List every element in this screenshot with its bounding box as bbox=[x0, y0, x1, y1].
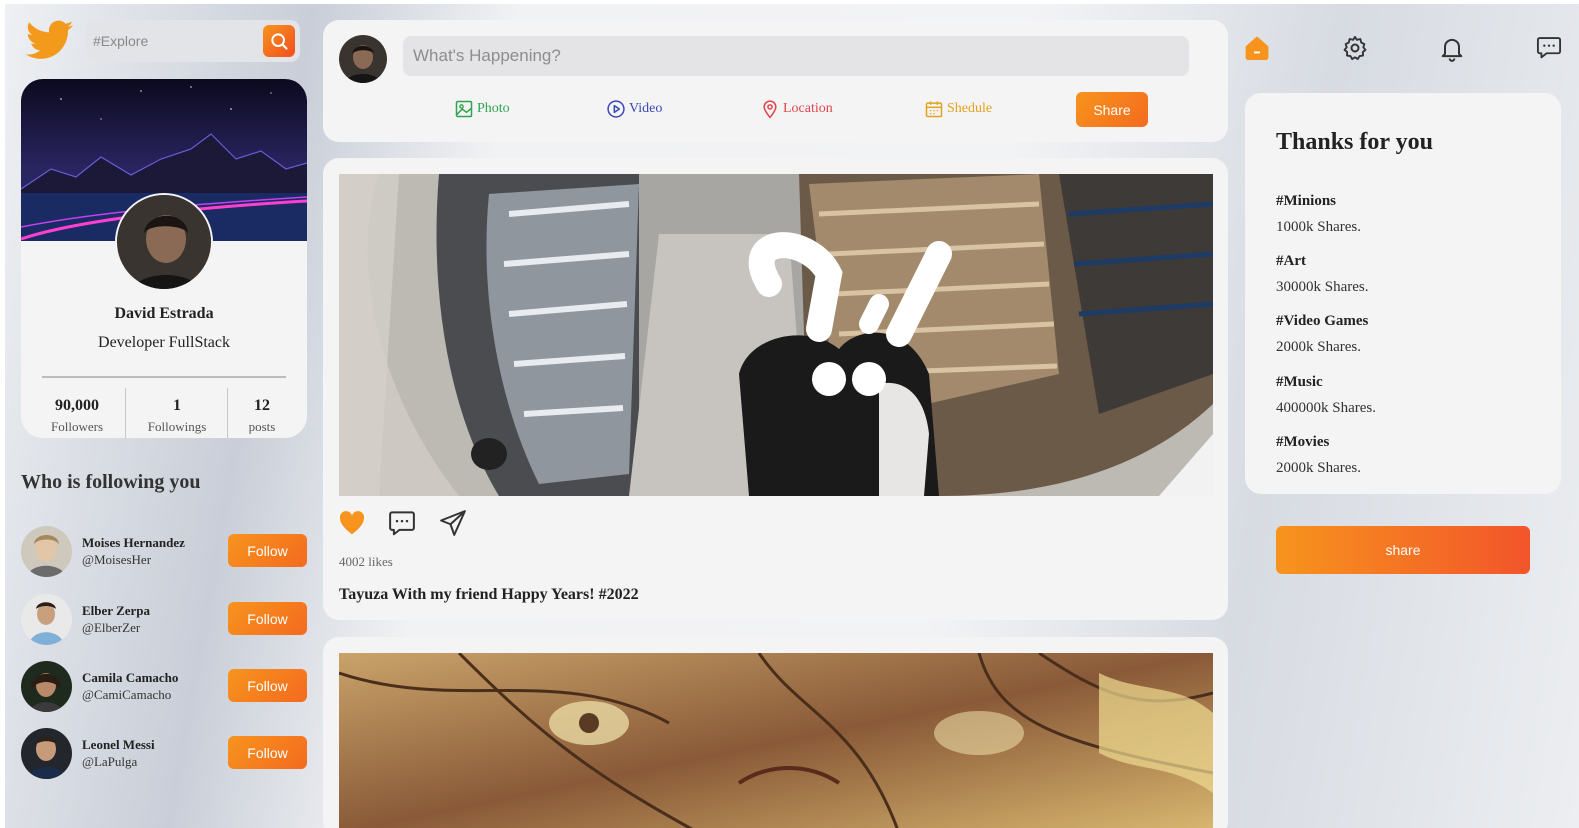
trend-tag: #Movies bbox=[1276, 434, 1330, 450]
share-button[interactable]: share bbox=[1276, 526, 1530, 574]
profile-avatar[interactable] bbox=[115, 193, 213, 291]
schedule-label: Shedule bbox=[947, 101, 993, 116]
search-button[interactable] bbox=[263, 25, 295, 57]
trend-count: 2000k Shares. bbox=[1276, 339, 1361, 355]
stat-value: 12 bbox=[254, 397, 270, 414]
map-pin-icon bbox=[763, 100, 777, 119]
feed-post: 4002 likes Tayuza With my friend Happy Y… bbox=[323, 158, 1228, 620]
follower-avatar[interactable] bbox=[21, 526, 72, 577]
follower-name: Camila Camacho bbox=[82, 670, 179, 685]
feed-post bbox=[323, 637, 1228, 828]
search-icon bbox=[271, 33, 288, 50]
trend-item[interactable]: #Video Games 2000k Shares. bbox=[1276, 313, 1368, 356]
follower-name: Moises Hernandez bbox=[82, 535, 185, 550]
location-option[interactable]: Location bbox=[760, 98, 833, 120]
follower-name: Leonel Messi bbox=[82, 737, 155, 752]
location-label: Location bbox=[783, 101, 833, 116]
follower-name: Elber Zerpa bbox=[82, 603, 151, 618]
search-bar bbox=[86, 20, 300, 62]
stat-divider bbox=[125, 388, 126, 438]
stat-label: Followers bbox=[51, 419, 103, 434]
profile-divider bbox=[42, 376, 286, 378]
follower-handle: @LaPulga bbox=[82, 754, 138, 769]
follower-handle: @ElberZer bbox=[82, 620, 141, 635]
trend-tag: #Minions bbox=[1276, 193, 1337, 209]
trend-tag: #Video Games bbox=[1276, 313, 1369, 329]
home-icon[interactable] bbox=[1243, 34, 1271, 62]
twitter-logo-icon[interactable] bbox=[24, 16, 76, 64]
photo-option[interactable]: Photo bbox=[454, 98, 510, 120]
trend-tag: #Music bbox=[1276, 374, 1323, 390]
post-image[interactable] bbox=[339, 653, 1213, 828]
follower-row: Leonel Messi @LaPulga Follow bbox=[21, 728, 307, 780]
stat-value: 1 bbox=[173, 397, 181, 414]
follower-handle: @MoisesHer bbox=[82, 552, 152, 567]
stat-followers[interactable]: 90,000 Followers bbox=[47, 397, 107, 435]
trends-card: Thanks for you #Minions 1000k Shares. #A… bbox=[1245, 93, 1561, 494]
follower-handle: @CamiCamacho bbox=[82, 687, 172, 702]
follower-avatar[interactable] bbox=[21, 594, 72, 645]
calendar-icon bbox=[925, 101, 943, 118]
chat-icon[interactable] bbox=[1535, 34, 1563, 62]
trend-item[interactable]: #Minions 1000k Shares. bbox=[1276, 193, 1361, 236]
comment-icon[interactable] bbox=[387, 508, 417, 538]
trend-count: 400000k Shares. bbox=[1276, 400, 1376, 416]
profile-name: David Estrada bbox=[114, 305, 214, 322]
trend-count: 30000k Shares. bbox=[1276, 279, 1369, 295]
profile-card: David Estrada Developer FullStack 90,000… bbox=[21, 79, 307, 438]
follower-row: Camila Camacho @CamiCamacho Follow bbox=[21, 661, 307, 713]
stat-posts[interactable]: 12 posts bbox=[242, 397, 282, 435]
search-input[interactable] bbox=[86, 20, 256, 62]
post-likes: 4002 likes bbox=[339, 554, 393, 569]
settings-icon[interactable] bbox=[1341, 34, 1369, 62]
compose-box: Photo Video Location Shedule Share bbox=[323, 20, 1228, 142]
trend-count: 2000k Shares. bbox=[1276, 460, 1361, 476]
trend-tag: #Art bbox=[1276, 253, 1306, 269]
trend-item[interactable]: #Music 400000k Shares. bbox=[1276, 374, 1376, 417]
trend-count: 1000k Shares. bbox=[1276, 219, 1361, 235]
stat-followings[interactable]: 1 Followings bbox=[142, 397, 212, 435]
send-icon[interactable] bbox=[438, 508, 468, 538]
trend-item[interactable]: #Movies 2000k Shares. bbox=[1276, 434, 1361, 477]
bell-icon[interactable] bbox=[1438, 34, 1466, 62]
stat-label: Followings bbox=[147, 419, 207, 434]
stat-label: posts bbox=[248, 419, 276, 434]
compose-avatar[interactable] bbox=[339, 35, 387, 83]
video-option[interactable]: Video bbox=[606, 98, 662, 120]
video-label: Video bbox=[629, 101, 663, 116]
post-image[interactable] bbox=[339, 174, 1213, 496]
heart-icon[interactable] bbox=[337, 508, 367, 538]
photo-label: Photo bbox=[477, 101, 510, 116]
stat-divider bbox=[227, 388, 228, 438]
follower-row: Moises Hernandez @MoisesHer Follow bbox=[21, 526, 307, 578]
follow-button[interactable]: Follow bbox=[228, 534, 307, 567]
follow-button[interactable]: Follow bbox=[228, 602, 307, 635]
post-caption: Tayuza With my friend Happy Years! #2022 bbox=[339, 586, 639, 603]
trends-title: Thanks for you bbox=[1276, 129, 1433, 155]
schedule-option[interactable]: Shedule bbox=[924, 98, 992, 120]
play-icon bbox=[607, 100, 625, 118]
share-post-button[interactable]: Share bbox=[1076, 92, 1148, 127]
compose-input[interactable] bbox=[403, 36, 1189, 76]
trend-item[interactable]: #Art 30000k Shares. bbox=[1276, 253, 1369, 296]
follow-button[interactable]: Follow bbox=[228, 736, 307, 769]
stat-value: 90,000 bbox=[55, 397, 99, 414]
follower-avatar[interactable] bbox=[21, 661, 72, 712]
followers-section-title: Who is following you bbox=[21, 471, 201, 493]
profile-role: Developer FullStack bbox=[98, 334, 230, 351]
follow-button[interactable]: Follow bbox=[228, 669, 307, 702]
follower-row: Elber Zerpa @ElberZer Follow bbox=[21, 594, 307, 646]
image-icon bbox=[455, 100, 473, 118]
follower-avatar[interactable] bbox=[21, 728, 72, 779]
